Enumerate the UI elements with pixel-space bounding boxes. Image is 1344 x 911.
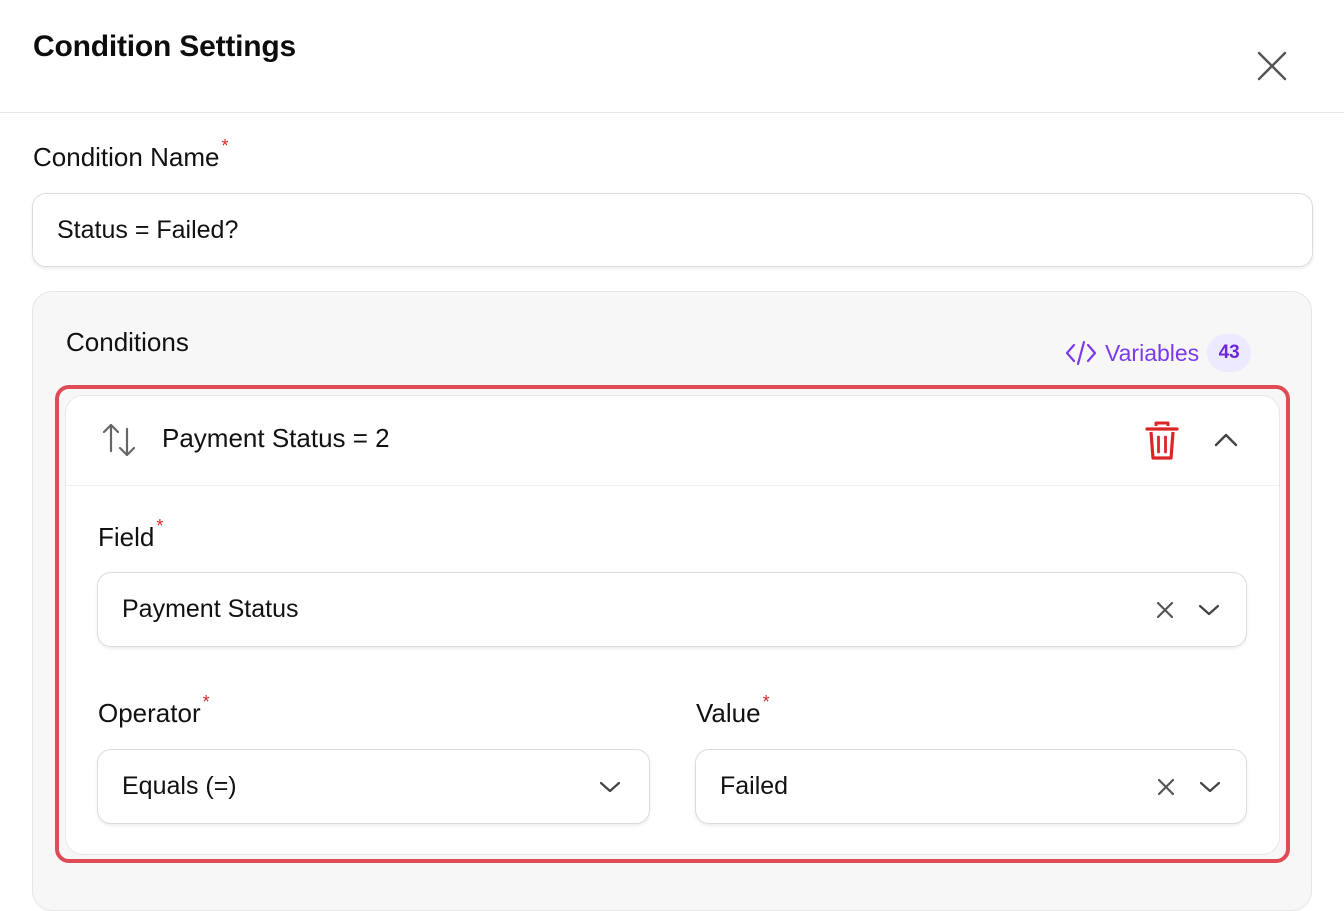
field-label: Field * [98, 516, 163, 553]
clear-icon [1157, 778, 1175, 796]
collapse-condition-button[interactable] [1208, 422, 1244, 458]
clear-field-button[interactable] [1151, 596, 1179, 624]
code-icon [1065, 340, 1097, 366]
variables-label: Variables [1105, 339, 1200, 366]
operator-dropdown-toggle[interactable] [596, 773, 624, 801]
dialog-header: Condition Settings [0, 0, 1344, 113]
trash-icon [1145, 421, 1179, 460]
field-select-value: Payment Status [122, 595, 299, 623]
field-dropdown-toggle[interactable] [1195, 596, 1223, 624]
conditions-title: Conditions [66, 327, 189, 357]
value-label: Value * [696, 692, 770, 729]
variables-count-badge: 43 [1207, 334, 1252, 372]
operator-select[interactable]: Equals (=) [97, 749, 650, 824]
condition-name-label-text: Condition Name [33, 142, 220, 172]
variables-button[interactable]: Variables 43 [1065, 333, 1252, 373]
field-label-text: Field [98, 522, 155, 552]
chevron-down-icon [1199, 781, 1221, 793]
clear-value-button[interactable] [1152, 773, 1180, 801]
required-mark: * [221, 136, 229, 156]
clear-icon [1156, 601, 1174, 619]
dialog-title: Condition Settings [33, 30, 297, 63]
close-button[interactable] [1250, 44, 1294, 88]
chevron-down-icon [599, 781, 621, 793]
sort-arrows-icon [102, 423, 136, 457]
value-dropdown-toggle[interactable] [1196, 773, 1224, 801]
operator-label-text: Operator [98, 698, 201, 728]
required-mark: * [156, 516, 164, 536]
chevron-up-icon [1214, 433, 1238, 447]
delete-condition-button[interactable] [1143, 420, 1181, 462]
operator-label: Operator * [98, 692, 210, 729]
value-select[interactable]: Failed [695, 749, 1247, 824]
divider [66, 485, 1279, 486]
close-icon [1257, 51, 1287, 81]
condition-name-input[interactable]: Status = Failed? [32, 193, 1313, 267]
field-select[interactable]: Payment Status [97, 572, 1247, 647]
value-label-text: Value [696, 698, 761, 728]
condition-name-label: Condition Name * [33, 136, 228, 173]
reorder-handle[interactable] [100, 421, 138, 459]
chevron-down-icon [1198, 604, 1220, 616]
condition-name-value: Status = Failed? [57, 215, 239, 244]
required-mark: * [762, 692, 770, 712]
operator-select-value: Equals (=) [122, 772, 237, 800]
condition-summary[interactable]: Payment Status = 2 [162, 423, 390, 454]
value-select-value: Failed [720, 772, 789, 800]
required-mark: * [202, 692, 210, 712]
